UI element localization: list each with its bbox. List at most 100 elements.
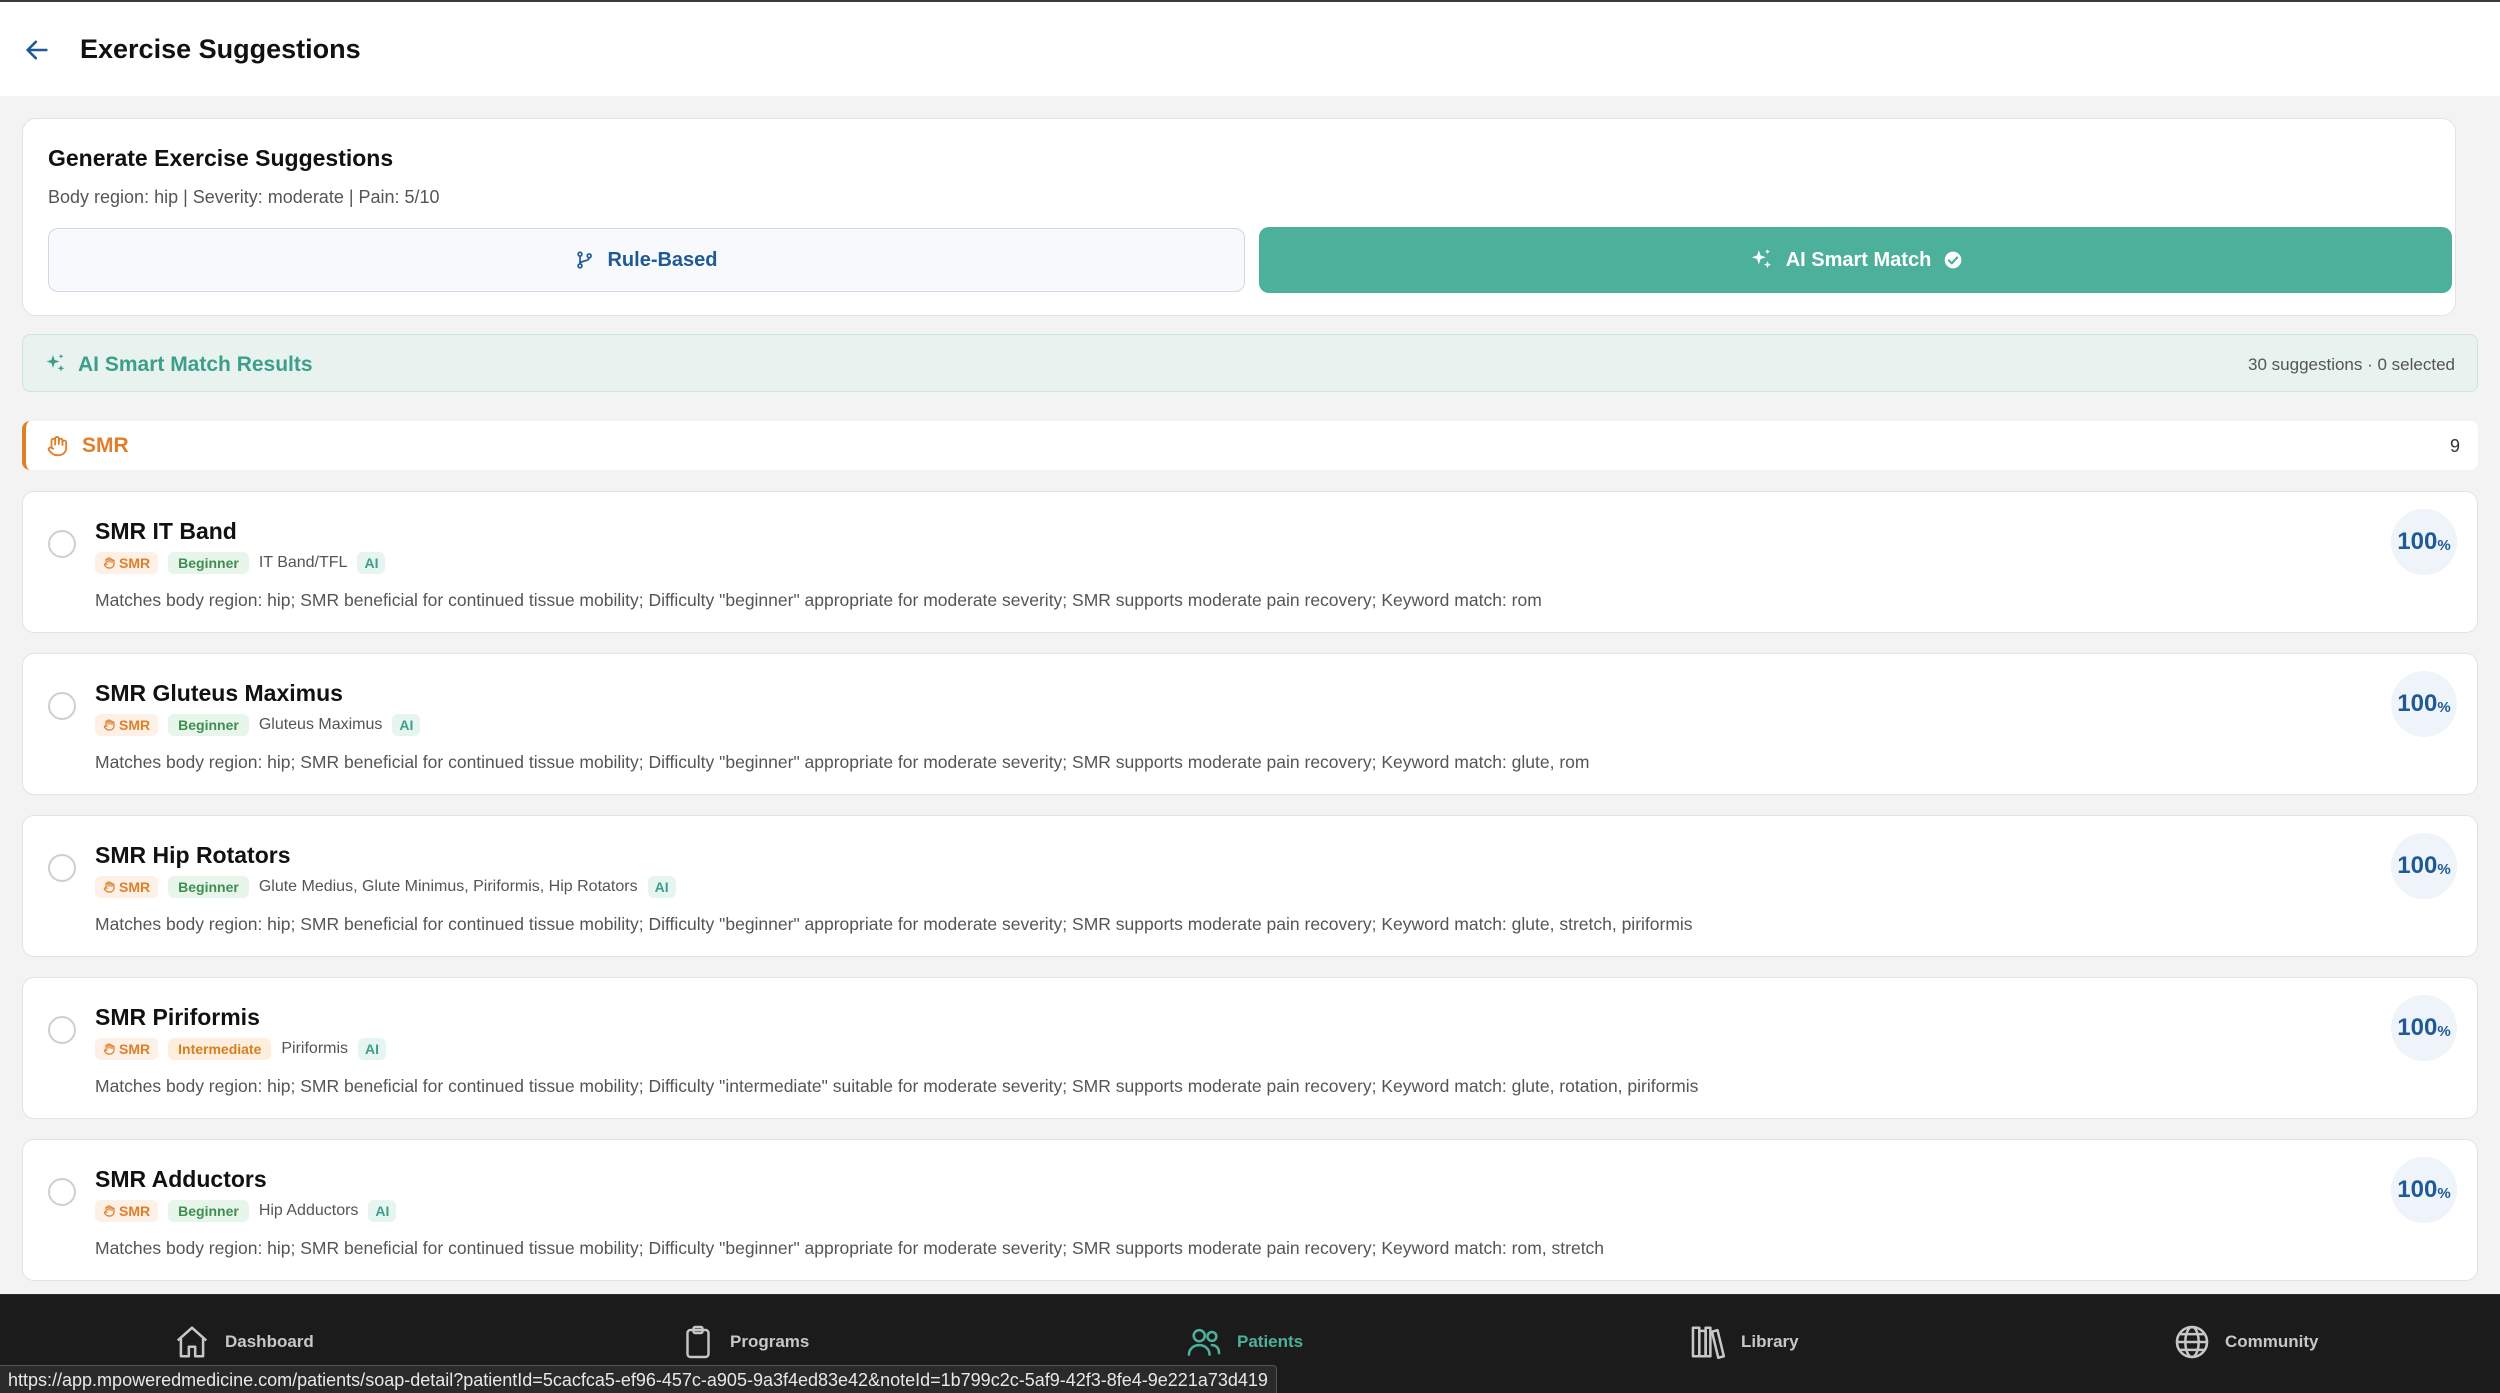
match-score: 100% bbox=[2391, 509, 2457, 575]
difficulty-badge: Beginner bbox=[168, 714, 249, 736]
exercise-tags: SMR Intermediate Piriformis AI bbox=[95, 1037, 387, 1061]
rule-based-button[interactable]: Rule-Based bbox=[48, 228, 1245, 292]
exercise-name: SMR IT Band bbox=[95, 518, 237, 544]
exercise-rationale: Matches body region: hip; SMR beneficial… bbox=[95, 752, 1590, 772]
target-muscles: Glute Medius, Glute Minimus, Piriformis,… bbox=[258, 878, 638, 895]
generate-title: Generate Exercise Suggestions bbox=[48, 145, 394, 171]
target-muscles: Gluteus Maximus bbox=[258, 716, 383, 733]
match-score-value: 100 bbox=[2397, 852, 2438, 879]
exercise-select-radio[interactable] bbox=[48, 530, 76, 558]
exercise-select-radio[interactable] bbox=[48, 854, 76, 882]
target-muscles: Hip Adductors bbox=[258, 1202, 359, 1219]
exercise-rationale: Matches body region: hip; SMR beneficial… bbox=[95, 1076, 1699, 1096]
target-muscles: IT Band/TFL bbox=[258, 554, 348, 571]
hand-icon bbox=[103, 1043, 115, 1055]
nav-item-community[interactable]: Community bbox=[2173, 1323, 2319, 1361]
match-score-unit: % bbox=[2437, 698, 2451, 716]
exercise-card[interactable]: SMR IT Band SMR Beginner IT Band/TFL AI Match… bbox=[22, 491, 2478, 633]
exercise-rationale: Matches body region: hip; SMR beneficial… bbox=[95, 914, 1693, 934]
ai-badge: AI bbox=[368, 1200, 397, 1222]
sparkles-icon bbox=[1751, 249, 1771, 269]
hand-icon bbox=[103, 881, 115, 893]
exercise-select-radio[interactable] bbox=[48, 1016, 76, 1044]
check-circle-icon bbox=[1944, 251, 1962, 269]
smr-group-label: SMR bbox=[82, 434, 129, 457]
globe-icon bbox=[2175, 1325, 2209, 1359]
difficulty-badge: Beginner bbox=[168, 552, 249, 574]
match-score: 100% bbox=[2391, 671, 2457, 737]
match-score: 100% bbox=[2391, 995, 2457, 1061]
results-count: 30 suggestions · 0 selected bbox=[2248, 355, 2455, 374]
exercise-rationale: Matches body region: hip; SMR beneficial… bbox=[95, 590, 1542, 610]
nav-item-dashboard[interactable]: Dashboard bbox=[173, 1323, 314, 1361]
nav-label-dashboard: Dashboard bbox=[225, 1332, 314, 1351]
exercise-card[interactable]: SMR Piriformis SMR Intermediate Piriformis A… bbox=[22, 977, 2478, 1119]
generate-subtitle: Body region: hip | Severity: moderate | … bbox=[48, 187, 440, 207]
nav-label-community: Community bbox=[2225, 1332, 2319, 1351]
smr-group-header[interactable]: SMR 9 bbox=[22, 421, 2478, 470]
page-title: Exercise Suggestions bbox=[80, 34, 361, 64]
match-score-unit: % bbox=[2437, 1184, 2451, 1202]
library-icon bbox=[1691, 1326, 1726, 1360]
hand-icon bbox=[103, 557, 115, 569]
exercise-tags: SMR Beginner Glute Medius, Glute Minimus, … bbox=[95, 875, 676, 899]
category-badge: SMR bbox=[95, 552, 159, 574]
exercise-tags: SMR Beginner IT Band/TFL AI bbox=[95, 551, 386, 575]
match-score: 100% bbox=[2391, 833, 2457, 899]
nav-label-programs: Programs bbox=[730, 1332, 810, 1351]
exercise-card[interactable]: SMR Adductors SMR Beginner Hip Adductors AI M… bbox=[22, 1139, 2478, 1281]
category-badge: SMR bbox=[95, 1200, 159, 1222]
nav-label-library: Library bbox=[1741, 1332, 1799, 1351]
difficulty-badge: Beginner bbox=[168, 876, 249, 898]
difficulty-badge: Intermediate bbox=[168, 1038, 272, 1060]
rule-based-label: Rule-Based bbox=[607, 248, 718, 271]
ai-smart-match-button[interactable]: AI Smart Match bbox=[1259, 227, 2452, 293]
nav-item-programs[interactable]: Programs bbox=[680, 1323, 809, 1361]
nav-item-library[interactable]: Library bbox=[1689, 1323, 1799, 1361]
users-icon bbox=[1187, 1328, 1221, 1356]
nav-label-patients: Patients bbox=[1237, 1332, 1304, 1351]
category-badge: SMR bbox=[95, 714, 159, 736]
app-header: Exercise Suggestions bbox=[0, 2, 2500, 96]
category-label: SMR bbox=[119, 1203, 151, 1219]
exercise-name: SMR Piriformis bbox=[95, 1004, 260, 1030]
category-label: SMR bbox=[119, 879, 151, 895]
generate-suggestions-card: Generate Exercise Suggestions Body regio… bbox=[22, 118, 2456, 316]
match-score-value: 100 bbox=[2397, 1176, 2438, 1203]
ai-badge: AI bbox=[392, 714, 421, 736]
match-score-value: 100 bbox=[2397, 1014, 2438, 1041]
category-label: SMR bbox=[119, 717, 151, 733]
nav-item-patients[interactable]: Patients bbox=[1185, 1323, 1303, 1361]
category-badge: SMR bbox=[95, 876, 159, 898]
category-badge: SMR bbox=[95, 1038, 159, 1060]
exercise-tags: SMR Beginner Gluteus Maximus AI bbox=[95, 713, 421, 737]
arrow-left-icon bbox=[26, 40, 48, 60]
exercise-select-radio[interactable] bbox=[48, 1178, 76, 1206]
difficulty-badge: Beginner bbox=[168, 1200, 249, 1222]
clipboard-icon bbox=[686, 1325, 710, 1359]
category-label: SMR bbox=[119, 1041, 151, 1057]
match-score-value: 100 bbox=[2397, 690, 2438, 717]
exercise-card[interactable]: SMR Gluteus Maximus SMR Beginner Gluteus Ma… bbox=[22, 653, 2478, 795]
status-bar-url: https://app.mpoweredmedicine.com/patient… bbox=[0, 1365, 1277, 1393]
target-muscles: Piriformis bbox=[281, 1040, 349, 1057]
hand-icon bbox=[103, 719, 115, 731]
match-score: 100% bbox=[2391, 1157, 2457, 1223]
smr-group-count: 9 bbox=[2449, 436, 2460, 456]
exercise-card[interactable]: SMR Hip Rotators SMR Beginner Glute Medius,… bbox=[22, 815, 2478, 957]
ai-badge: AI bbox=[358, 1038, 387, 1060]
exercise-name: SMR Gluteus Maximus bbox=[95, 680, 343, 706]
match-score-unit: % bbox=[2437, 860, 2451, 878]
match-score-unit: % bbox=[2437, 1022, 2451, 1040]
match-score-unit: % bbox=[2437, 536, 2451, 554]
exercise-select-radio[interactable] bbox=[48, 692, 76, 720]
back-button[interactable] bbox=[20, 33, 54, 67]
results-title: AI Smart Match Results bbox=[78, 353, 313, 376]
hand-icon bbox=[47, 435, 68, 457]
exercise-name: SMR Adductors bbox=[95, 1166, 267, 1192]
ai-badge: AI bbox=[357, 552, 386, 574]
exercise-name: SMR Hip Rotators bbox=[95, 842, 291, 868]
hand-icon bbox=[103, 1205, 115, 1217]
ai-badge: AI bbox=[647, 876, 676, 898]
git-branch-icon bbox=[577, 251, 593, 269]
